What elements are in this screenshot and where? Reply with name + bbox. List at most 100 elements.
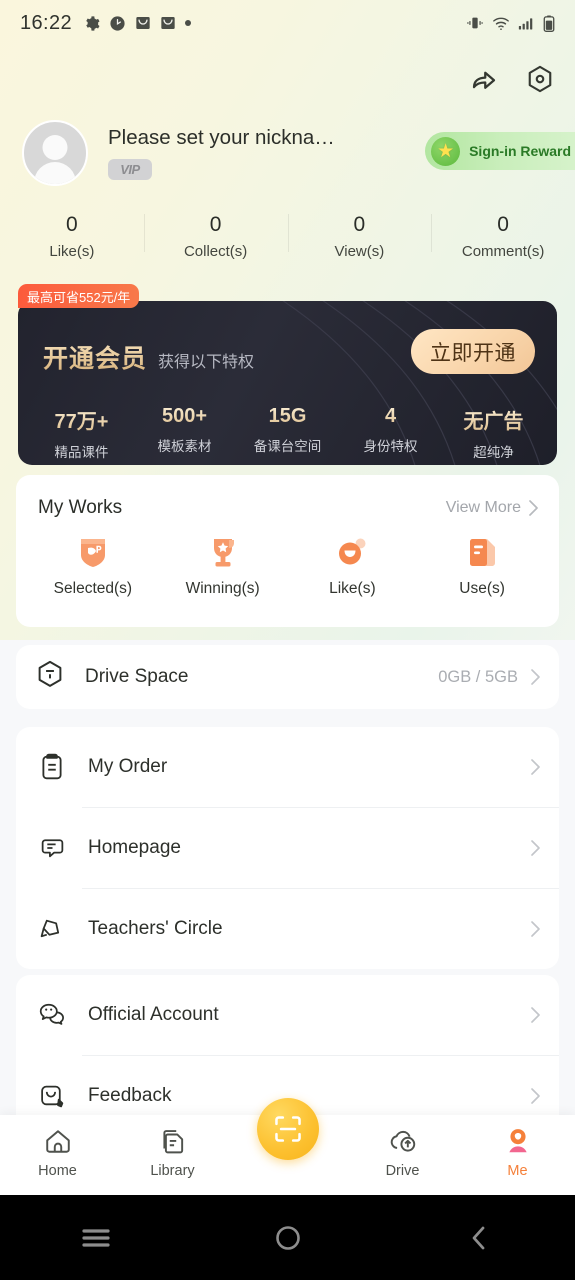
stat-label: Comment(s) — [461, 242, 545, 260]
works-item-winning[interactable]: Winning(s) — [158, 535, 288, 598]
home-icon — [44, 1126, 72, 1156]
stat-value: 0 — [66, 213, 78, 237]
status-left-icons — [83, 15, 192, 32]
vip-feature-label: 超纯净 — [473, 445, 514, 460]
menu-item-official-account[interactable]: Official Account — [16, 975, 559, 1055]
sign-in-reward-button[interactable]: ★ Sign-in Reward — [425, 132, 575, 170]
settings-button[interactable] — [523, 62, 557, 96]
chevron-right-icon — [530, 920, 541, 938]
stat-value: 0 — [209, 213, 222, 237]
vip-feature: 4 身份特权 — [339, 405, 442, 461]
vip-title: 开通会员 — [43, 339, 147, 375]
nickname[interactable]: Please set your nickna… — [108, 126, 335, 151]
vip-badge[interactable]: VIP — [108, 158, 152, 180]
vip-subscribe-button[interactable]: 立即开通 — [411, 329, 535, 374]
vip-feature: 77万+ 精品课件 — [30, 405, 133, 461]
vip-card[interactable]: 开通会员 获得以下特权 立即开通 77万+ 精品课件 500+ 模板素材 15G… — [18, 301, 557, 465]
works-item-label: Winning(s) — [185, 580, 260, 597]
my-works-header: My Works View More — [16, 475, 559, 519]
scan-icon — [274, 1116, 301, 1142]
menu-icon — [82, 1228, 110, 1247]
chevron-right-icon — [529, 500, 538, 516]
star-icon: ★ — [431, 136, 461, 166]
gear-icon — [86, 15, 100, 31]
sign-in-reward-label: Sign-in Reward — [469, 143, 571, 159]
vip-feature-label: 精品课件 — [54, 445, 109, 460]
view-more-label: View More — [445, 499, 521, 516]
mail-icon — [161, 17, 175, 29]
menu-item-label: Teachers' Circle — [88, 918, 223, 939]
my-works-title: My Works — [38, 497, 123, 518]
library-icon — [159, 1126, 187, 1156]
vibrate-icon — [467, 17, 483, 29]
vip-feature: 无广告 超纯净 — [442, 405, 545, 461]
chevron-right-icon — [530, 668, 541, 686]
stat-comments[interactable]: 0 Comment(s) — [431, 205, 575, 267]
vip-feature-value: 4 — [339, 405, 442, 428]
vip-save-badge: 最高可省552元/年 — [18, 284, 140, 308]
stat-collects[interactable]: 0 Collect(s) — [143, 205, 288, 267]
wechat-icon — [36, 1001, 68, 1029]
vip-feature-value: 500+ — [133, 405, 236, 428]
share-button[interactable] — [467, 62, 501, 96]
stat-views[interactable]: 0 View(s) — [287, 205, 432, 267]
clock-icon — [110, 15, 125, 31]
menu-item-homepage[interactable]: Homepage — [16, 808, 559, 888]
person-icon — [505, 1126, 531, 1156]
menu-item-my-order[interactable]: My Order — [16, 727, 559, 807]
view-more-button[interactable]: View More — [446, 499, 539, 517]
menu-item-teachers-circle[interactable]: Teachers' Circle — [16, 889, 559, 969]
nav-item-me[interactable]: Me — [460, 1115, 575, 1179]
drive-space-row[interactable]: Drive Space 0GB / 5GB — [16, 645, 559, 709]
share-icon — [472, 71, 496, 89]
vip-banner[interactable]: 最高可省552元/年 开通会员 获得以下特权 立即开通 77万+ 精品课件 50… — [18, 284, 557, 465]
battery-icon — [543, 14, 555, 32]
clipboard-icon — [36, 753, 68, 781]
stat-likes[interactable]: 0 Like(s) — [0, 205, 144, 267]
works-item-label: Selected(s) — [53, 580, 133, 597]
nav-item-home[interactable]: Home — [0, 1115, 115, 1179]
works-item-label: Use(s) — [459, 580, 505, 597]
menu-item-label: Homepage — [88, 837, 181, 858]
vip-feature-value: 15G — [236, 405, 339, 428]
works-item-selected[interactable]: Selected(s) — [28, 535, 158, 598]
nav-item-label: Me — [507, 1163, 528, 1179]
vip-feature: 15G 备课台空间 — [236, 405, 339, 461]
my-works-card: My Works View More Selected(s) Winning(s… — [16, 475, 559, 627]
settings-hexagon-icon — [528, 65, 552, 93]
works-item-label: Like(s) — [329, 580, 376, 597]
nav-item-label: Drive — [385, 1163, 420, 1179]
drive-space-label: Drive Space — [85, 666, 189, 687]
scan-button[interactable] — [256, 1098, 319, 1160]
works-item-likes[interactable]: Like(s) — [288, 535, 418, 598]
drive-hexagon-icon — [36, 660, 64, 695]
menu-item-label: My Order — [88, 756, 168, 777]
nav-item-library[interactable]: Library — [115, 1115, 230, 1179]
stat-label: Collect(s) — [183, 242, 248, 260]
vip-subtitle: 获得以下特权 — [158, 354, 255, 371]
stat-label: View(s) — [334, 242, 385, 260]
back-button[interactable] — [383, 1224, 575, 1252]
recents-button[interactable] — [0, 1226, 192, 1250]
chat-bubble-icon — [36, 834, 68, 862]
thumb-heart-icon — [334, 535, 370, 571]
document-pencil-icon — [464, 535, 500, 571]
nav-item-drive[interactable]: Drive — [345, 1115, 460, 1179]
profile-name-block: Please set your nickna… VIP — [108, 126, 335, 180]
drive-space-value: 0GB / 5GB — [438, 667, 518, 686]
nav-item-label: Library — [150, 1163, 195, 1179]
menu-item-label: Feedback — [88, 1085, 172, 1106]
envelope-pencil-icon — [36, 1082, 68, 1110]
vip-heading: 开通会员 获得以下特权 — [43, 339, 254, 375]
vip-feature-value: 无广告 — [442, 405, 545, 434]
vip-feature-label: 身份特权 — [363, 439, 418, 454]
default-avatar-icon — [42, 135, 68, 160]
back-chevron-icon — [472, 1226, 485, 1249]
home-button[interactable] — [192, 1224, 384, 1252]
wifi-icon — [493, 17, 509, 30]
header-actions — [467, 62, 557, 96]
works-item-uses[interactable]: Use(s) — [417, 535, 547, 598]
avatar[interactable] — [22, 120, 88, 186]
trophy-icon — [205, 535, 241, 571]
cloud-upload-icon — [388, 1126, 418, 1156]
